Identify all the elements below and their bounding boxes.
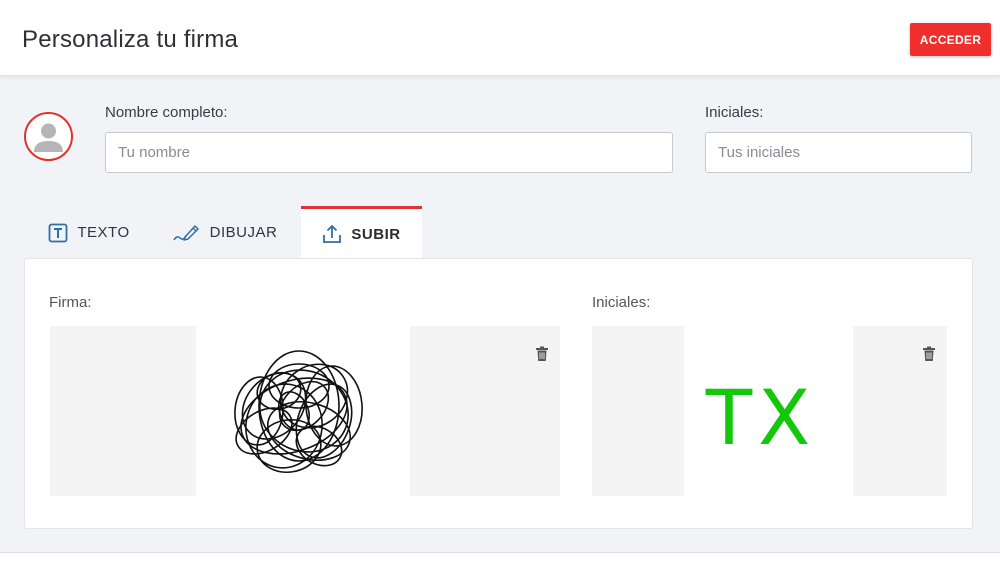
text-box-icon <box>48 223 68 242</box>
delete-signature-icon[interactable] <box>535 346 549 362</box>
tab-texto-label: TEXTO <box>77 224 130 241</box>
tab-subir-label: SUBIR <box>351 225 401 243</box>
login-button[interactable]: ACCEDER <box>910 23 991 56</box>
page-title: Personaliza tu firma <box>22 26 239 53</box>
initials-slot-left <box>592 326 684 496</box>
initials-image[interactable]: TX <box>696 378 826 458</box>
tab-dibujar[interactable]: DIBUJAR <box>160 206 290 259</box>
tab-dibujar-label: DIBUJAR <box>209 224 278 241</box>
initials-label: Iniciales: <box>705 104 764 121</box>
fullname-input[interactable] <box>105 132 673 173</box>
footer-bar <box>0 552 1000 567</box>
avatar[interactable] <box>24 112 73 161</box>
fullname-label: Nombre completo: <box>105 104 228 121</box>
signature-slot-left <box>50 326 196 496</box>
upload-icon <box>323 225 342 243</box>
delete-initials-icon[interactable] <box>922 346 936 362</box>
initials-input[interactable] <box>705 132 972 173</box>
signature-image[interactable] <box>214 336 384 486</box>
tab-texto[interactable]: TEXTO <box>30 206 148 259</box>
upload-initials-label: Iniciales: <box>592 294 651 311</box>
user-avatar-icon <box>34 123 63 152</box>
pen-drawing-icon <box>173 224 199 241</box>
signature-label: Firma: <box>49 294 92 311</box>
header-bar: Personaliza tu firma ACCEDER <box>0 0 1000 76</box>
tab-subir[interactable]: SUBIR <box>301 206 422 259</box>
